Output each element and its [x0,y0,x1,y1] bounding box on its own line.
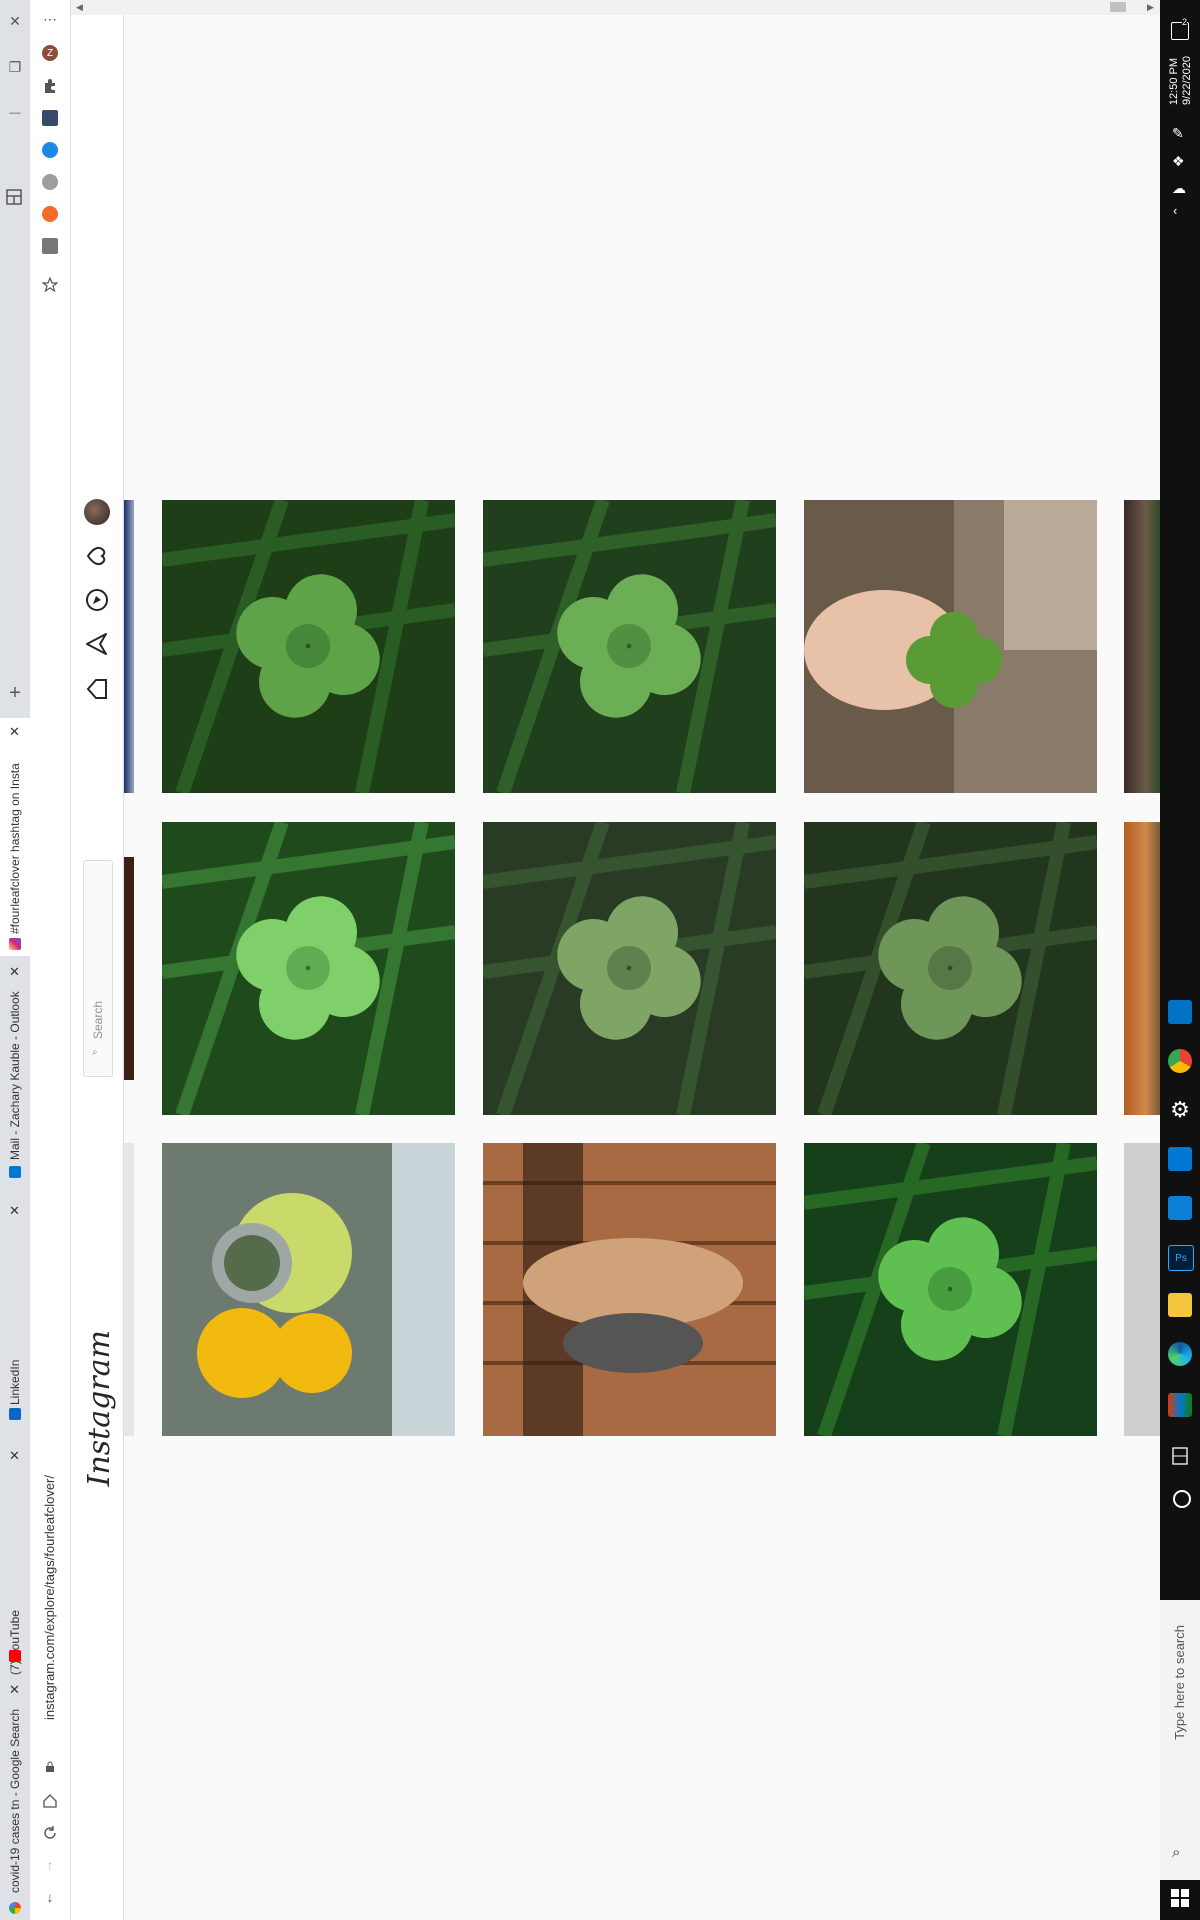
notification-icon[interactable]: 2 [1171,17,1189,40]
explore-icon[interactable] [84,587,110,613]
extension-blue-icon[interactable] [42,142,58,158]
extension-g-icon[interactable] [42,238,58,254]
extension-orange-icon[interactable] [42,206,58,222]
photo-tile-clover[interactable] [162,500,455,793]
horizontal-scrollbar[interactable]: ◀ ▶ [71,0,1160,15]
taskbar-search-placeholder: Type here to search [1172,1625,1187,1740]
photo-tile-clover[interactable] [483,822,776,1115]
tab-youtube[interactable]: ✕ (7) YouTube [0,1445,30,1680]
tab-search-icon[interactable] [5,188,23,206]
forward-icon[interactable]: ↑ [41,1856,59,1874]
dropbox-icon[interactable]: ❖ [1172,153,1185,170]
profile-avatar[interactable]: Z [42,45,58,61]
window-close-icon[interactable]: ✕ [6,12,24,30]
photo-tile-hand[interactable] [804,500,1097,793]
photo-tile-clover[interactable] [162,822,455,1115]
mail-app-icon[interactable] [1168,1147,1192,1171]
search-placeholder: Search [91,1001,105,1040]
extension-grey-icon[interactable] [42,174,58,190]
home-icon[interactable] [84,676,110,702]
task-view-icon[interactable] [1168,1444,1192,1468]
tab-close-icon[interactable]: ✕ [9,1448,20,1464]
chrome-icon[interactable] [1168,1049,1192,1073]
photo-tile-clover[interactable] [483,500,776,793]
profile-avatar[interactable] [84,499,110,525]
settings-icon[interactable]: ⚙ [1168,1097,1192,1122]
extensions-icon[interactable] [41,77,59,95]
onedrive-icon[interactable]: ☁ [1172,180,1186,197]
partial-tile[interactable] [124,1143,134,1436]
outlook-icon[interactable] [1168,1000,1192,1024]
extension-chart-icon[interactable] [42,110,58,126]
partial-tile[interactable] [124,500,134,793]
window-restore-icon[interactable]: ❐ [6,58,24,76]
new-tab-button[interactable]: + [6,682,24,704]
linkedin-icon [9,1408,21,1420]
show-hidden-icons[interactable]: ‹ [1173,203,1177,218]
tab-label: #fourleafclover hashtag on Insta [8,763,22,934]
partial-tile[interactable] [1124,1143,1160,1436]
clock-date[interactable]: 9/22/2020 [1181,56,1194,105]
clock-time[interactable]: 12:50 PM [1168,58,1181,105]
photo-tile-flowers[interactable] [162,1143,455,1436]
window-minimize-icon[interactable]: — [6,104,24,122]
notification-count: 2 [1182,17,1188,27]
start-button[interactable] [1168,1886,1192,1910]
taskbar-search-box[interactable]: Type here to search ⌕ [1160,1600,1200,1880]
back-icon[interactable]: ↓ [41,1888,59,1906]
tab-close-icon[interactable]: ✕ [9,1203,20,1219]
tab-outlook[interactable]: ✕ Mail - Zachary Kauble - Outlook [0,960,30,1195]
direct-icon[interactable] [84,631,110,657]
reload-icon[interactable] [41,1824,59,1842]
cortana-icon[interactable] [1173,1490,1191,1508]
office-icon[interactable] [1168,1393,1192,1417]
photo-tile-clover[interactable] [804,822,1097,1115]
google-icon [9,1902,21,1914]
instagram-logo[interactable]: Instagram [82,1330,117,1486]
partial-tile[interactable] [1124,822,1160,1115]
file-explorer-icon[interactable] [1168,1293,1192,1317]
scroll-thumb[interactable] [1110,2,1126,12]
instagram-icon [9,938,21,950]
partial-tile[interactable] [124,822,134,1115]
tab-label: covid-19 cases tn - Google Search [8,1708,22,1893]
photo-tile-portrait[interactable] [483,1143,776,1436]
scroll-left-icon[interactable]: ◀ [76,2,83,13]
tab-close-icon[interactable]: ✕ [9,1682,20,1698]
tab-label: LinkedIn [8,1359,22,1405]
tab-google[interactable]: ✕ covid-19 cases tn - Google Search [0,1680,30,1920]
partial-tile[interactable] [1124,500,1160,793]
menu-icon[interactable]: ⋯ [41,10,59,28]
address-bar[interactable]: instagram.com/explore/tags/fourleafclove… [42,1475,57,1720]
browser-tab-strip: ✕ ❐ — + ✕ #fourleafclover hashtag on Ins… [0,0,30,1920]
activity-icon[interactable] [84,543,110,569]
bookmark-star-icon[interactable] [41,276,59,294]
lock-icon[interactable] [41,1758,59,1776]
outlook-icon [9,1166,21,1178]
tab-instagram[interactable]: ✕ #fourleafclover hashtag on Insta [0,718,30,956]
tab-label: (7) YouTube [8,1610,22,1675]
photoshop-icon[interactable]: Ps [1168,1245,1194,1271]
home-button-icon[interactable] [41,1792,59,1810]
tab-close-icon[interactable]: ✕ [9,724,20,740]
browser-toolbar: ⋯ Z instagram.com/explore/tags/fourleafc… [30,0,71,1920]
tab-close-icon[interactable]: ✕ [9,964,20,980]
taskbar-search-icon: ⌕ [1172,1844,1181,1861]
photo-tile-clover[interactable] [804,1143,1097,1436]
youtube-icon [9,1650,21,1662]
tab-linkedin[interactable]: ✕ LinkedIn [0,1200,30,1440]
search-input[interactable]: Search ⌕ [83,860,113,1077]
scroll-right-icon[interactable]: ▶ [1147,2,1154,13]
pen-icon[interactable]: ✎ [1172,125,1184,142]
search-icon: ⌕ [92,1047,98,1058]
tab-label: Mail - Zachary Kauble - Outlook [8,991,22,1160]
edge-icon[interactable] [1168,1342,1192,1366]
vscode-icon[interactable] [1168,1196,1192,1220]
